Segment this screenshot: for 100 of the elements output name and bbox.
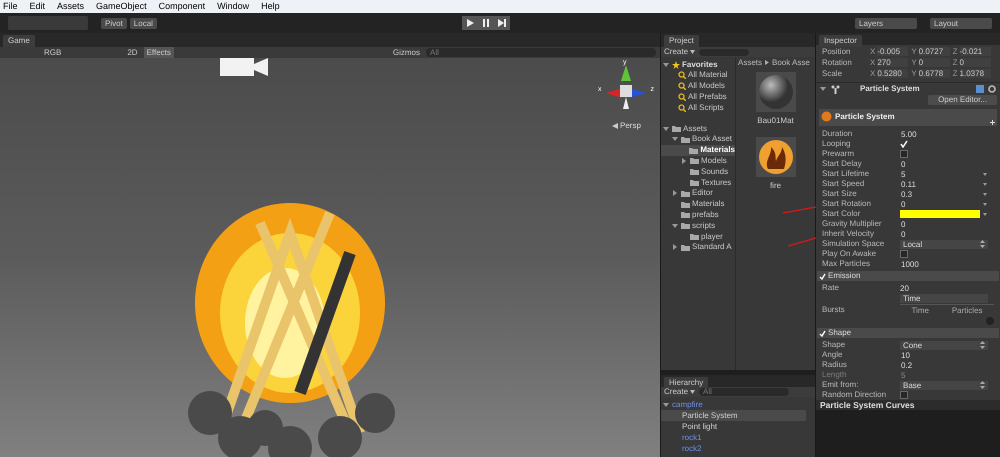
- menu-item[interactable]: Assets: [57, 0, 84, 14]
- value-field[interactable]: 270: [877, 58, 908, 67]
- favorite-item[interactable]: All Material: [661, 70, 735, 81]
- property-label: Rate: [822, 282, 840, 294]
- panel-tab[interactable]: Inspector: [819, 35, 862, 47]
- hierarchy-item[interactable]: Particle System: [661, 410, 806, 421]
- search-icon: [678, 82, 686, 90]
- value-field[interactable]: 1.0378: [960, 69, 991, 78]
- pivot-button[interactable]: Pivot: [101, 18, 127, 28]
- folder-tree-item[interactable]: Textures: [661, 177, 735, 188]
- value-field[interactable]: 0.0727: [918, 47, 950, 56]
- asset-name: Bau01Mat: [757, 115, 794, 127]
- folder-tree-item[interactable]: Sounds: [661, 166, 735, 178]
- menu-item[interactable]: Help: [261, 0, 280, 14]
- menu-item[interactable]: File: [3, 0, 18, 14]
- checkbox[interactable]: [900, 391, 908, 399]
- effects-dropdown[interactable]: Effects: [144, 46, 174, 58]
- property-label: Bursts: [822, 304, 846, 316]
- expanded-arrow-icon[interactable]: [663, 402, 670, 408]
- property-label: Max Particles: [822, 258, 872, 270]
- play-button[interactable]: [462, 16, 478, 30]
- dropdown[interactable]: Base: [900, 380, 988, 390]
- triangle-icon: [612, 123, 618, 129]
- favorite-item[interactable]: All Prefabs: [661, 92, 735, 102]
- menu-item[interactable]: Component: [158, 0, 206, 14]
- asset-name: fire: [770, 180, 782, 192]
- value-field[interactable]: 0.5280: [877, 69, 908, 78]
- caret-icon: [690, 50, 696, 54]
- module-checkbox[interactable]: [819, 272, 826, 280]
- hierarchy-item[interactable]: rock1: [661, 432, 806, 443]
- layers-dropdown[interactable]: Layers: [855, 18, 917, 28]
- collapsed-arrow-icon[interactable]: [672, 244, 679, 250]
- 2d-toggle[interactable]: 2D: [127, 46, 138, 58]
- module-checkbox[interactable]: [819, 330, 826, 336]
- property-label: Gravity Multiplier: [822, 218, 883, 230]
- breadcrumb-item[interactable]: Book Asse: [772, 57, 810, 68]
- layout-dropdown[interactable]: Layout: [930, 18, 992, 28]
- hierarchy-item[interactable]: Point light: [661, 421, 806, 432]
- value-field[interactable]: 0.6778: [918, 69, 950, 78]
- expanded-arrow-icon[interactable]: [663, 126, 670, 132]
- checkbox[interactable]: [900, 250, 908, 258]
- breadcrumb-item[interactable]: Assets: [738, 57, 762, 68]
- collapsed-arrow-icon[interactable]: [681, 158, 688, 164]
- folder-tree-item[interactable]: Editor: [661, 188, 735, 199]
- folder-tree-item[interactable]: Materials: [661, 198, 735, 210]
- folder-tree-item[interactable]: prefabs: [661, 210, 735, 220]
- expanded-arrow-icon[interactable]: [663, 62, 670, 68]
- color-swatch[interactable]: [900, 210, 980, 218]
- dropdown[interactable]: Cone: [900, 340, 988, 350]
- folder-tree-item[interactable]: Book Asset: [661, 134, 735, 145]
- module-header[interactable]: Shape: [817, 328, 999, 338]
- menu-item[interactable]: Edit: [30, 0, 46, 14]
- folder-tree-item[interactable]: Models: [661, 156, 735, 166]
- favorite-item[interactable]: All Models: [661, 80, 735, 92]
- panel-tab[interactable]: Game: [3, 35, 35, 47]
- render-mode-dropdown[interactable]: RGB: [44, 46, 62, 58]
- value-field[interactable]: -0.005: [877, 47, 908, 56]
- gizmos-dropdown[interactable]: Gizmos: [392, 46, 420, 58]
- axis-label: Y: [911, 56, 917, 68]
- checkbox[interactable]: [900, 150, 908, 158]
- value-field[interactable]: 0: [918, 58, 950, 67]
- favorite-item[interactable]: All Scripts: [661, 102, 735, 114]
- updown-arrow-icon: [980, 341, 985, 349]
- value-field[interactable]: -0.021: [960, 47, 991, 56]
- expanded-arrow-icon[interactable]: [672, 222, 679, 229]
- folder-tree-item[interactable]: Standard A: [661, 242, 735, 253]
- favorites-header[interactable]: Favorites: [661, 59, 735, 70]
- dropdown[interactable]: Time: [900, 294, 988, 302]
- collapsed-arrow-icon[interactable]: [672, 190, 679, 196]
- hierarchy-item[interactable]: rock2: [661, 443, 806, 454]
- dropdown[interactable]: Local: [900, 240, 988, 248]
- menu-item[interactable]: Window: [217, 0, 250, 14]
- local-button[interactable]: Local: [130, 18, 157, 28]
- module-header[interactable]: Emission: [817, 271, 999, 281]
- folder-tree-item[interactable]: Materials: [661, 144, 735, 156]
- sphere-icon: [758, 74, 794, 110]
- star-icon: [672, 60, 680, 68]
- panel-tab[interactable]: Project: [664, 35, 699, 47]
- column-header: Time: [911, 304, 929, 316]
- property-label: Start Lifetime: [822, 168, 870, 180]
- create-dropdown[interactable]: Create: [664, 386, 696, 398]
- search-icon: [678, 104, 686, 112]
- step-button[interactable]: [494, 16, 510, 30]
- property-label: Start Speed: [822, 178, 866, 190]
- property-label: Emit from:: [822, 379, 860, 391]
- gear-icon[interactable]: [988, 85, 996, 93]
- projection-label[interactable]: Persp: [620, 120, 641, 132]
- menu-item[interactable]: GameObject: [96, 0, 147, 14]
- folder-tree-item[interactable]: scripts: [661, 220, 735, 232]
- expanded-arrow-icon[interactable]: [672, 136, 679, 142]
- property-label: Shape: [822, 339, 846, 351]
- property-label: Position: [822, 46, 852, 58]
- folder-tree-item[interactable]: Assets: [661, 123, 735, 134]
- open-editor-button[interactable]: Open Editor...: [928, 95, 997, 105]
- hierarchy-item[interactable]: campfire: [661, 399, 806, 410]
- folder-tree-item[interactable]: player: [661, 231, 735, 242]
- plus-icon[interactable]: [990, 120, 995, 125]
- expanded-arrow-icon[interactable]: [820, 86, 827, 92]
- property-label: Start Color: [822, 208, 862, 220]
- value-field[interactable]: 0: [960, 58, 991, 67]
